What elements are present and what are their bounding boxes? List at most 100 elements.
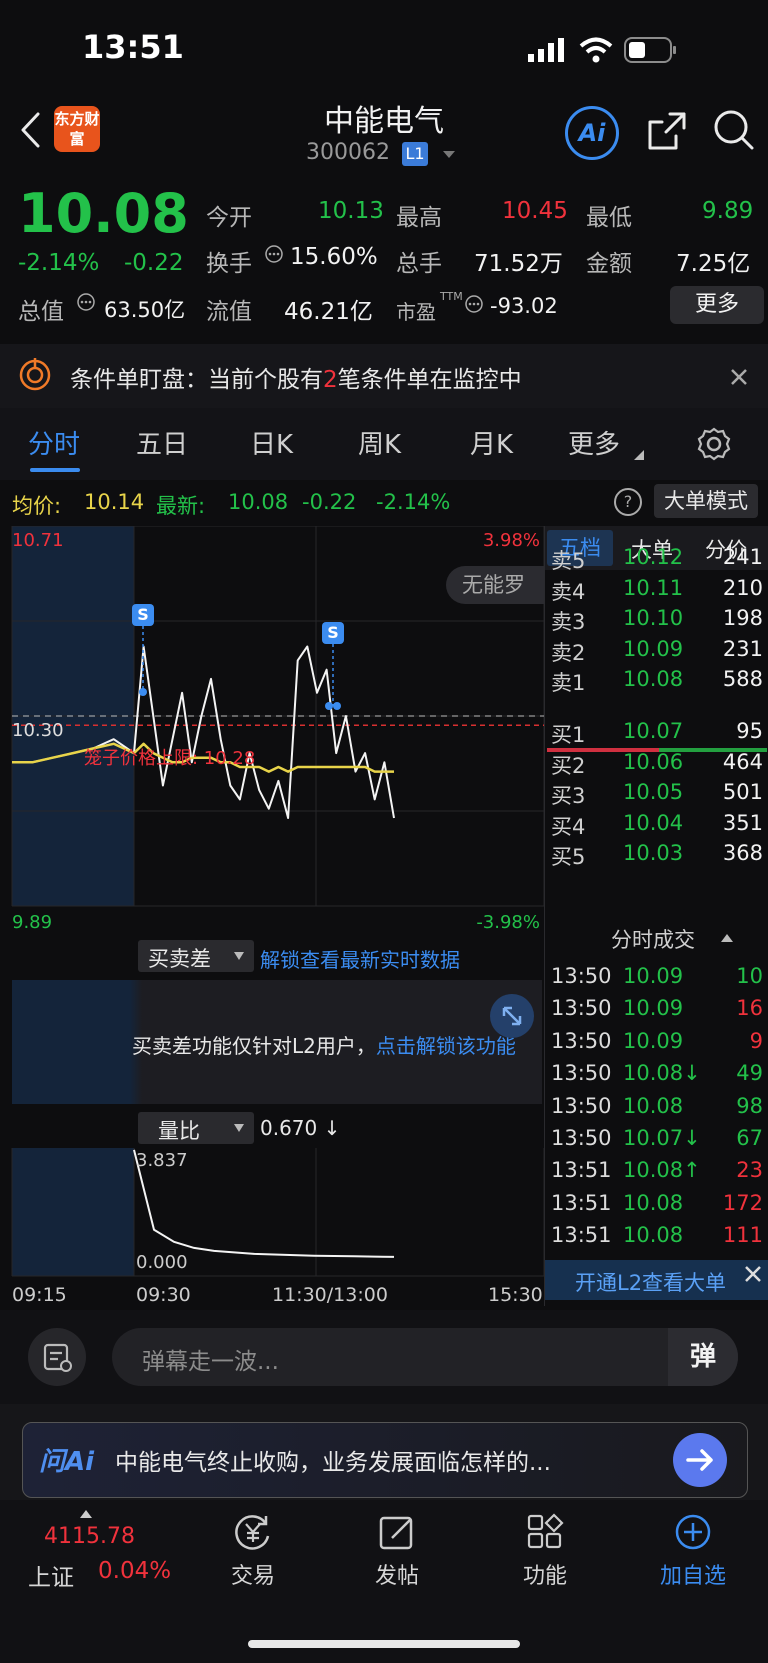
brand-logo[interactable]: 东方财富	[54, 106, 100, 152]
tick-row: 13:51 10.08↑ 23	[545, 1158, 768, 1188]
cage-limit-label: 笼子价格上限: 10.28	[84, 748, 256, 769]
close-icon[interactable]	[730, 368, 748, 386]
tab-intraday[interactable]: 分时	[28, 424, 80, 461]
spread-indicator-select[interactable]: 买卖差	[138, 940, 254, 972]
tick-price: 10.08	[623, 1093, 684, 1118]
tab-five-day[interactable]: 五日	[136, 424, 188, 461]
nav-post[interactable]: 发帖	[362, 1512, 432, 1590]
wifi-icon	[579, 37, 613, 63]
danmaku-input[interactable]: 弹幕走一波... 弹	[112, 1328, 738, 1386]
index-value[interactable]: 4115.78	[44, 1524, 135, 1549]
ref-line-label: 10.30	[12, 720, 64, 741]
level-label: 买1	[551, 723, 586, 747]
last-price: 10.08	[18, 182, 189, 245]
ask-level-row[interactable]: 卖2 10.09 231	[545, 634, 768, 665]
ask-level-row[interactable]: 卖4 10.11 210	[545, 573, 768, 604]
edit-icon	[379, 1516, 413, 1550]
ask-level-row[interactable]: 卖3 10.10 198	[545, 603, 768, 634]
ai-button[interactable]: Ai	[565, 106, 619, 160]
tick-row: 13:50 10.07↓ 67	[545, 1126, 768, 1156]
tick-row: 13:50 10.08 98	[545, 1094, 768, 1124]
bid-level-row[interactable]: 买3 10.05 501	[545, 777, 768, 808]
tab-monthly-k[interactable]: 月K	[470, 424, 513, 461]
nav-functions[interactable]: 功能	[510, 1512, 580, 1590]
nav-trade[interactable]: 交易	[218, 1512, 288, 1590]
x-label-mid: 11:30/13:00	[272, 1284, 388, 1306]
tab-weekly-k[interactable]: 周K	[358, 424, 401, 461]
level-price: 10.07	[623, 719, 684, 743]
level-price: 10.10	[623, 606, 684, 630]
latest-value: 10.08	[228, 490, 289, 514]
quote-panel: 10.08 -2.14% -0.22 今开 10.13 最高 10.45 最低 …	[0, 180, 768, 330]
info-dots-icon[interactable]	[464, 294, 484, 314]
unlock-link[interactable]: 解锁查看最新实时数据	[260, 944, 460, 973]
add-circle-icon	[675, 1514, 711, 1550]
l2-banner[interactable]: 开通L2查看大单	[545, 1260, 768, 1300]
chevron-down-icon[interactable]	[442, 150, 456, 160]
avg-value: 10.14	[84, 490, 145, 514]
share-icon[interactable]	[646, 110, 688, 152]
tick-volume: 49	[736, 1061, 763, 1086]
index-pct[interactable]: 0.04%	[98, 1558, 171, 1584]
danmaku-settings-icon[interactable]	[28, 1328, 86, 1386]
tab-more[interactable]: 更多	[568, 424, 620, 461]
tab-daily-k[interactable]: 日K	[250, 424, 293, 461]
ask-level-row[interactable]: 卖1 10.08 588	[545, 664, 768, 695]
level-badge[interactable]: L1	[402, 142, 428, 166]
nav-add-watchlist[interactable]: 加自选	[650, 1512, 736, 1590]
ticks-title[interactable]: 分时成交	[611, 924, 695, 954]
more-button[interactable]: 更多	[670, 286, 764, 324]
float-label: 流值	[206, 299, 252, 325]
bid-level-row[interactable]: 买1 10.07 95	[545, 716, 768, 747]
ratio-chart: 3.837 0.000	[0, 1148, 544, 1278]
close-icon[interactable]	[743, 1264, 763, 1284]
level-label: 买5	[551, 845, 586, 869]
tick-price: 10.08↑	[623, 1158, 701, 1183]
help-icon[interactable]: ?	[614, 488, 642, 516]
avg-label: 均价:	[12, 494, 62, 518]
signal-marker-s[interactable]: S	[132, 604, 154, 626]
intraday-chart[interactable]: 10.71 9.89 3.98% -3.98% 10.30 笼子价格上限: 10…	[0, 526, 544, 936]
arrow-right-icon[interactable]	[673, 1433, 727, 1487]
settings-gear-icon[interactable]	[696, 426, 732, 462]
top-bar: 东方财富 中能电气 300062 L1 Ai	[0, 96, 768, 180]
chevron-up-icon[interactable]	[721, 934, 733, 942]
tick-time: 13:51	[551, 1190, 612, 1215]
expand-icon[interactable]	[490, 994, 534, 1038]
level-price: 10.08	[623, 667, 684, 691]
level-label: 买3	[551, 784, 586, 808]
level-volume: 231	[722, 636, 763, 661]
bid-level-row[interactable]: 买4 10.04 351	[545, 808, 768, 839]
tick-time: 13:51	[551, 1158, 612, 1183]
search-icon[interactable]	[712, 108, 756, 152]
latest-change: -0.22	[302, 490, 357, 514]
danmaku-bubble[interactable]: 无能罗	[446, 566, 544, 604]
tick-time: 13:50	[551, 1061, 612, 1086]
spread-panel: 买卖差功能仅针对L2用户，点击解锁该功能	[12, 980, 542, 1104]
bid-level-row[interactable]: 买2 10.06 464	[545, 747, 768, 778]
tick-price: 10.08	[623, 1190, 684, 1215]
volume-label: 总手	[396, 251, 442, 277]
level-price: 10.11	[623, 575, 684, 600]
tick-time: 13:50	[551, 1093, 612, 1118]
condition-order-notice[interactable]: 条件单盯盘：当前个股有2笔条件单在监控中	[0, 344, 768, 408]
ask-level-row[interactable]: 卖5 10.12 241	[545, 542, 768, 573]
tick-row: 13:51 10.08 172	[545, 1191, 768, 1221]
stock-title: 中能电气	[324, 104, 444, 139]
level-label: 卖4	[551, 579, 586, 604]
ai-question-bar: 问Ai 中能电气终止收购，业务发展面临怎样的...	[0, 1404, 768, 1500]
bid-level-row[interactable]: 买5 10.03 368	[545, 838, 768, 869]
level-price: 10.05	[623, 780, 684, 804]
signal-marker-s[interactable]: S	[322, 622, 344, 644]
level-label: 卖3	[551, 610, 586, 634]
ai-question-card[interactable]: 问Ai 中能电气终止收购，业务发展面临怎样的...	[22, 1422, 748, 1498]
big-order-mode-button[interactable]: 大单模式	[654, 484, 758, 518]
back-arrow-icon[interactable]	[18, 110, 42, 150]
tick-row: 13:50 10.09 16	[545, 996, 768, 1026]
info-dots-icon[interactable]	[76, 292, 96, 312]
tick-price: 10.08	[623, 1223, 684, 1248]
danmaku-send-button[interactable]: 弹	[668, 1328, 738, 1386]
index-name[interactable]: 上证	[28, 1558, 74, 1592]
info-dots-icon[interactable]	[264, 244, 284, 264]
ratio-indicator-select[interactable]: 量比	[138, 1112, 254, 1144]
